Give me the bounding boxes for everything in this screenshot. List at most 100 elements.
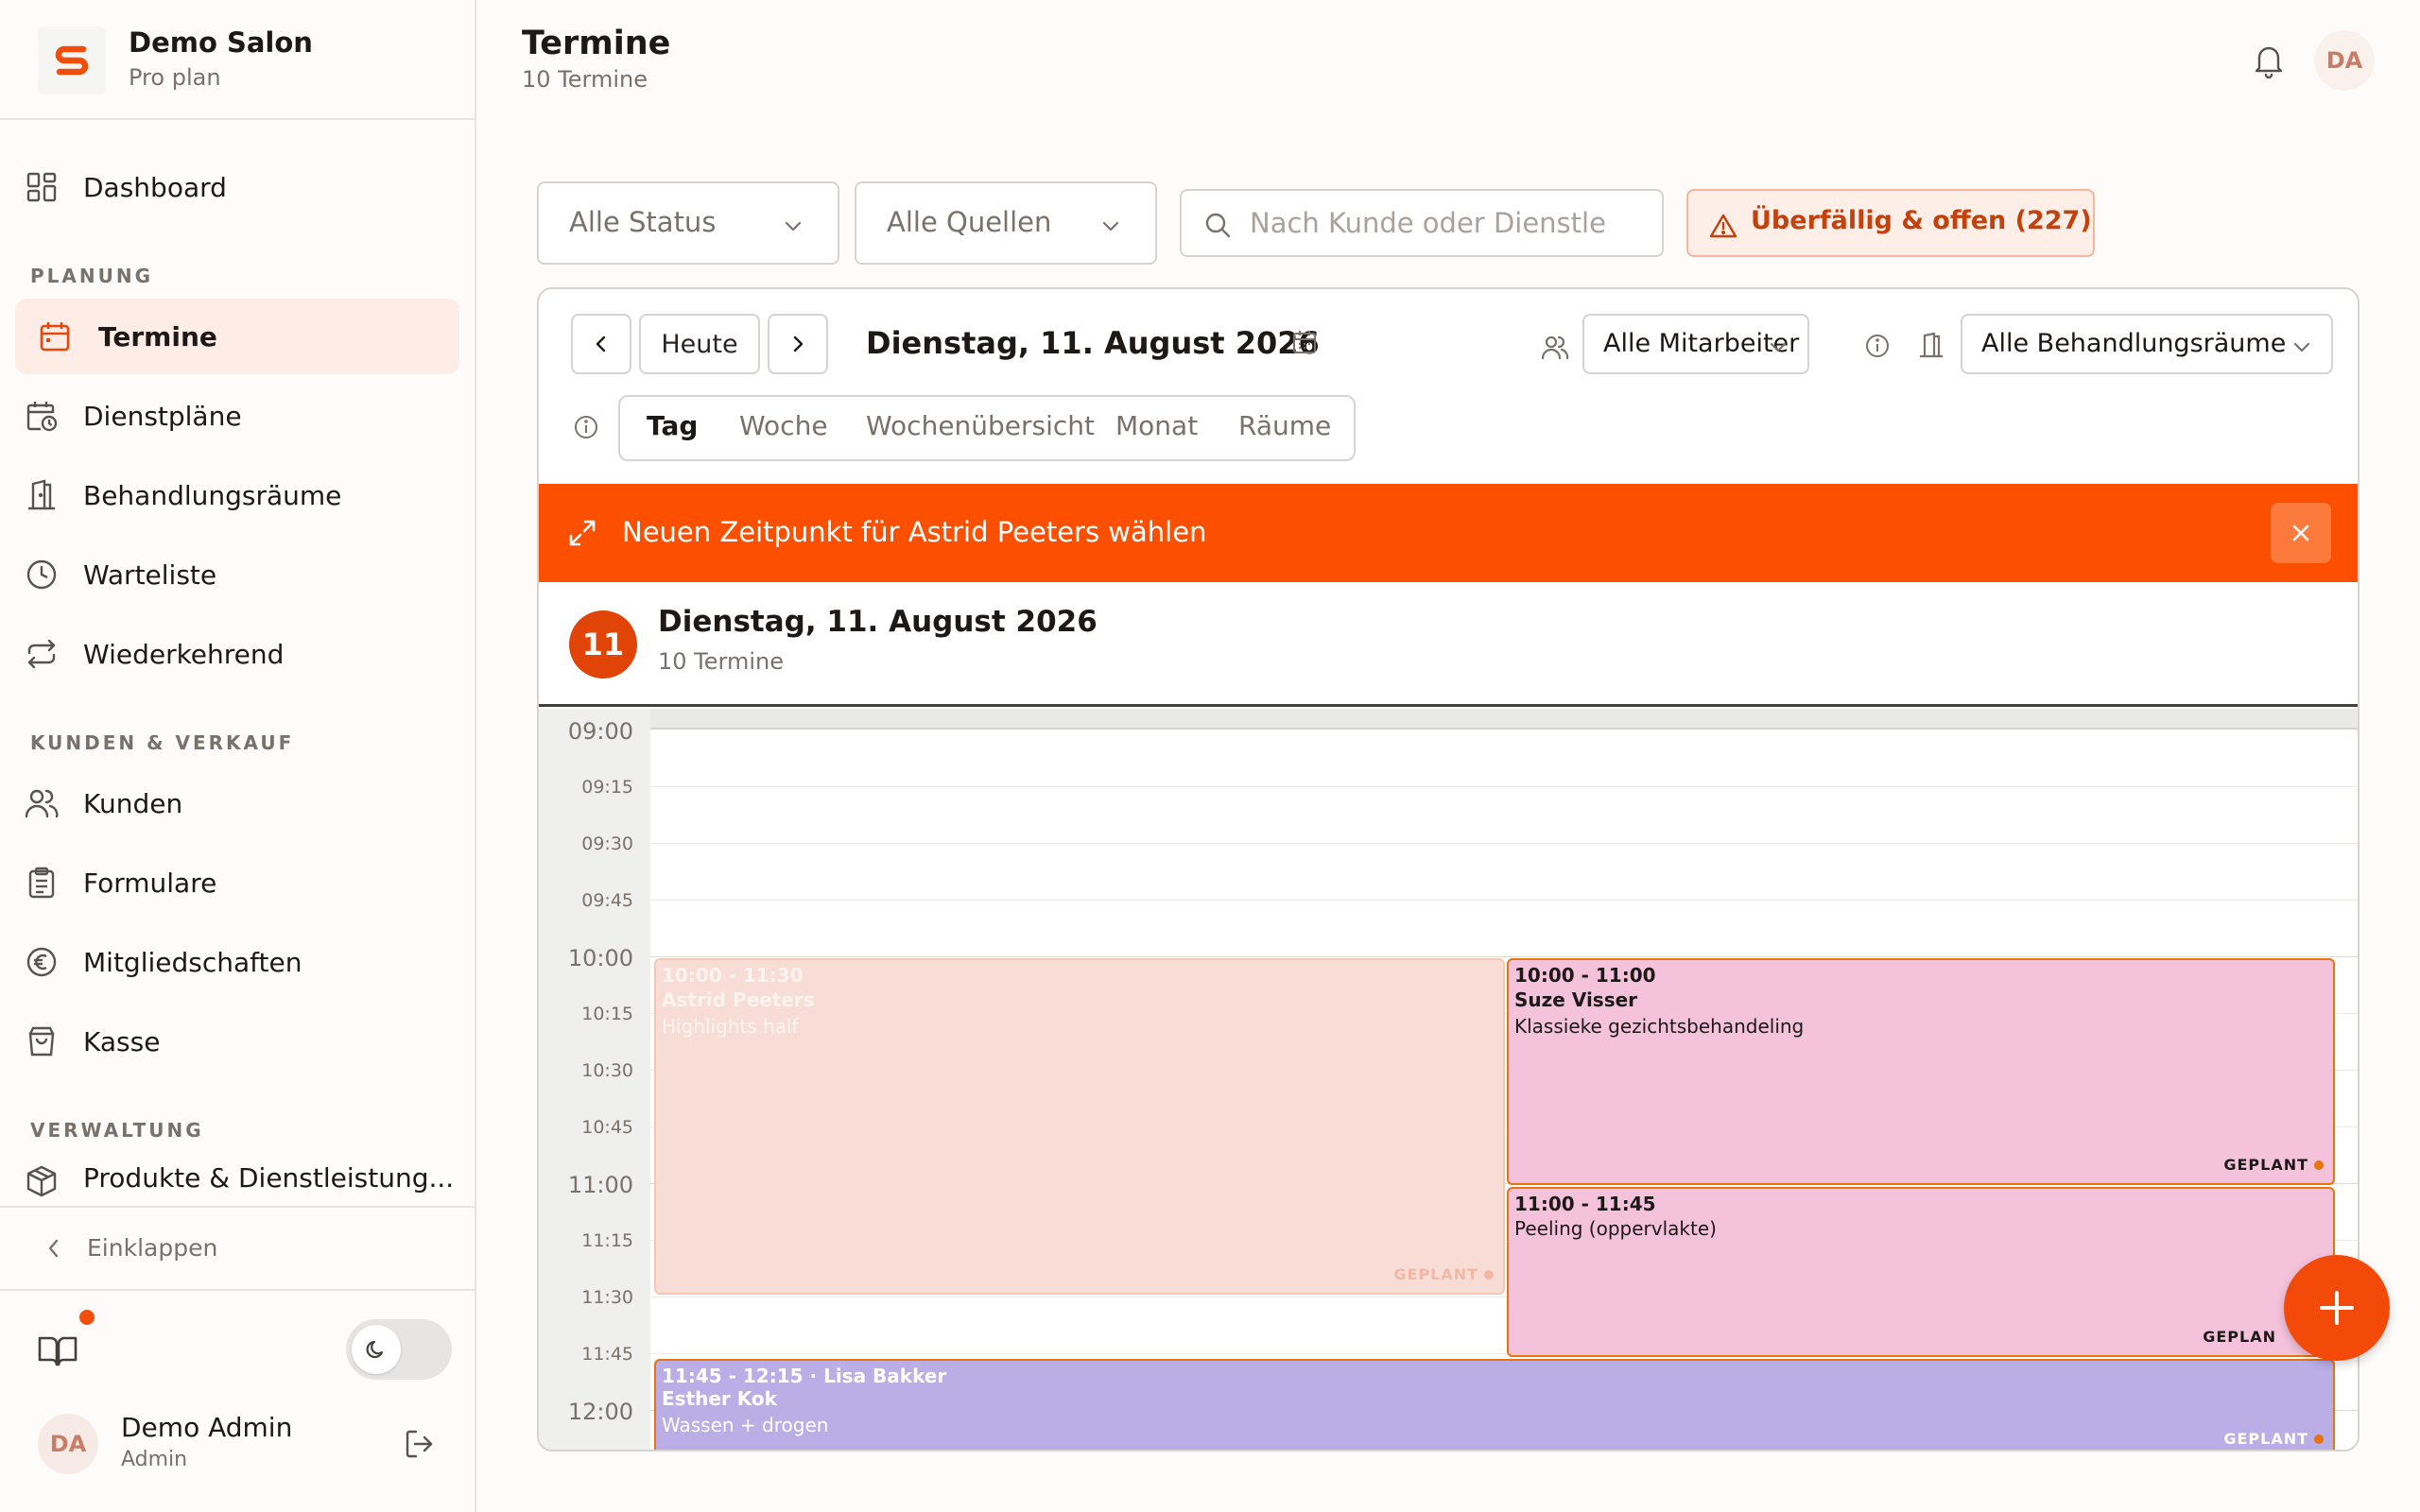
calendar-card: Heute Dienstag, 11. August 2026 Alle Mit… — [537, 287, 2360, 1452]
appointment-client: Suze Visser — [1514, 988, 1638, 1011]
sidebar-item-schedules[interactable]: Dienstpläne — [15, 378, 459, 454]
chevron-down-icon — [785, 221, 802, 232]
appointment-service: Peeling (oppervlakte) — [1514, 1217, 1717, 1240]
door-icon — [28, 479, 55, 510]
status-dot — [1484, 1269, 1494, 1280]
time-slot-label: 11:30 — [581, 1287, 633, 1308]
room-filter-select[interactable]: Alle Behandlungsräume — [1961, 314, 2333, 374]
day-time-grid[interactable]: 09:00 09:15 09:30 09:45 10:00 10:15 10:3… — [539, 709, 2358, 1450]
status-filter-value: Alle Status — [569, 206, 717, 238]
time-slot-label: 11:15 — [581, 1230, 633, 1251]
status-label: GEPLANT — [2223, 1430, 2308, 1448]
sidebar-item-label: Produkte & Dienstleistung... — [83, 1162, 455, 1194]
appointment-service: Klassieke gezichtsbehandeling — [1514, 1015, 1805, 1038]
search-field[interactable] — [1180, 189, 1664, 257]
appointment-card[interactable]: 10:00 - 11:00 Suze Visser Klassieke gezi… — [1507, 958, 2335, 1185]
nav-section-admin: VERWALTUNG — [30, 1119, 204, 1142]
staff-filter-select[interactable]: Alle Mitarbeiter — [1582, 314, 1809, 374]
time-slot-label: 09:00 — [567, 718, 633, 745]
all-day-strip — [650, 709, 2358, 730]
sidebar-item-customers[interactable]: Kunden — [15, 765, 459, 841]
date-picker-icon[interactable] — [1291, 329, 1318, 355]
info-icon[interactable] — [1864, 333, 1891, 359]
time-column: 09:00 09:15 09:30 09:45 10:00 10:15 10:3… — [539, 709, 650, 1450]
tab-day[interactable]: Tag — [647, 410, 698, 441]
shopping-bag-icon — [28, 1026, 55, 1057]
logout-icon[interactable] — [403, 1427, 437, 1461]
clock-icon — [26, 559, 57, 590]
chevron-down-icon — [2293, 342, 2310, 352]
status-dot — [2314, 1434, 2324, 1444]
current-date-label[interactable]: Dienstag, 11. August 2026 — [866, 325, 1320, 361]
sidebar-item-label: Behandlungsräume — [83, 479, 342, 511]
appointment-card[interactable]: 10:00 - 11:30 Astrid Peeters Highlights … — [654, 958, 1505, 1295]
reschedule-banner: Neuen Zeitpunkt für Astrid Peeters wähle… — [539, 484, 2358, 582]
close-icon — [2292, 524, 2309, 541]
today-button[interactable]: Heute — [639, 314, 760, 374]
time-slot-label: 10:15 — [581, 1004, 633, 1024]
appointment-card[interactable]: 11:45 - 12:15 · Lisa Bakker Esther Kok W… — [654, 1359, 2335, 1450]
brand-plan: Pro plan — [129, 64, 221, 91]
tab-month[interactable]: Monat — [1115, 410, 1198, 441]
warning-triangle-icon — [1709, 214, 1737, 238]
package-icon — [26, 1165, 57, 1197]
sidebar-item-checkout[interactable]: Kasse — [15, 1004, 459, 1079]
sidebar-item-products[interactable]: Produkte & Dienstleistung... — [15, 1151, 459, 1208]
plus-icon — [2320, 1291, 2354, 1325]
overdue-open-button[interactable]: Überfällig & offen (227) — [1686, 189, 2095, 257]
info-icon[interactable] — [573, 414, 599, 440]
sidebar-item-forms[interactable]: Formulare — [15, 845, 459, 920]
nav-section-planning: PLANUNG — [30, 265, 154, 287]
add-appointment-button[interactable] — [2284, 1255, 2390, 1361]
tab-week-overview[interactable]: Wochenübersicht — [866, 410, 1095, 441]
time-slot-label: 10:45 — [581, 1117, 633, 1138]
clipboard-icon — [28, 867, 55, 899]
dashboard-grid-icon — [26, 172, 57, 202]
cancel-reschedule-button[interactable] — [2271, 503, 2331, 563]
sidebar-item-treatment-rooms[interactable]: Behandlungsräume — [15, 457, 459, 533]
sidebar-item-dashboard[interactable]: Dashboard — [15, 149, 459, 225]
moon-icon — [366, 1340, 384, 1359]
appointment-time: 10:00 - 11:00 — [1514, 964, 1656, 987]
source-filter-value: Alle Quellen — [887, 206, 1052, 238]
sidebar-item-memberships[interactable]: Mitgliedschaften — [15, 924, 459, 1000]
sidebar: Demo Salon Pro plan Dashboard PLANUNG Te… — [0, 0, 476, 1512]
chevron-left-icon — [596, 335, 606, 352]
theme-toggle[interactable] — [346, 1319, 452, 1380]
book-open-icon[interactable] — [34, 1327, 81, 1374]
status-filter-select[interactable]: Alle Status — [537, 181, 839, 265]
search-icon — [1205, 213, 1231, 238]
day-number-badge: 11 — [569, 610, 637, 679]
bell-icon[interactable] — [2250, 42, 2288, 79]
search-input[interactable] — [1250, 202, 1647, 244]
tab-week[interactable]: Woche — [739, 410, 828, 441]
tab-rooms[interactable]: Räume — [1238, 410, 1331, 441]
chevron-down-icon — [1770, 342, 1787, 352]
toggle-knob — [352, 1325, 401, 1374]
user-role: Admin — [121, 1448, 188, 1471]
view-switcher: Tag Woche Wochenübersicht Monat Räume — [618, 395, 1356, 461]
users-icon — [1541, 335, 1569, 360]
sidebar-item-waitlist[interactable]: Warteliste — [15, 537, 459, 612]
appointment-time: 11:00 - 11:45 — [1514, 1193, 1656, 1215]
brand-header[interactable]: Demo Salon Pro plan — [0, 0, 475, 120]
next-day-button[interactable] — [768, 314, 828, 374]
status-label: GEPLANT — [2223, 1156, 2308, 1174]
collapse-label: Einklappen — [87, 1234, 218, 1262]
collapse-sidebar-button[interactable]: Einklappen — [0, 1206, 475, 1291]
prev-day-button[interactable] — [571, 314, 631, 374]
source-filter-select[interactable]: Alle Quellen — [855, 181, 1157, 265]
appointment-status: GEPLANT — [1393, 1265, 1494, 1283]
appointment-card[interactable]: 11:00 - 11:45 Peeling (oppervlakte) GEPL… — [1507, 1187, 2335, 1357]
page-title: Termine — [522, 25, 671, 62]
sidebar-item-appointments[interactable]: Termine — [15, 299, 459, 374]
reschedule-message: Neuen Zeitpunkt für Astrid Peeters wähle… — [622, 516, 1207, 548]
appointment-status: GEPLANT — [2223, 1430, 2324, 1448]
expand-arrows-icon — [569, 520, 596, 546]
account-avatar[interactable]: DA — [2314, 30, 2375, 91]
appointment-client: Esther Kok — [662, 1387, 777, 1410]
grid-line — [650, 900, 2358, 901]
calendar-clock-icon — [26, 402, 58, 432]
user-avatar[interactable]: DA — [38, 1414, 98, 1474]
sidebar-item-recurring[interactable]: Wiederkehrend — [15, 616, 459, 692]
